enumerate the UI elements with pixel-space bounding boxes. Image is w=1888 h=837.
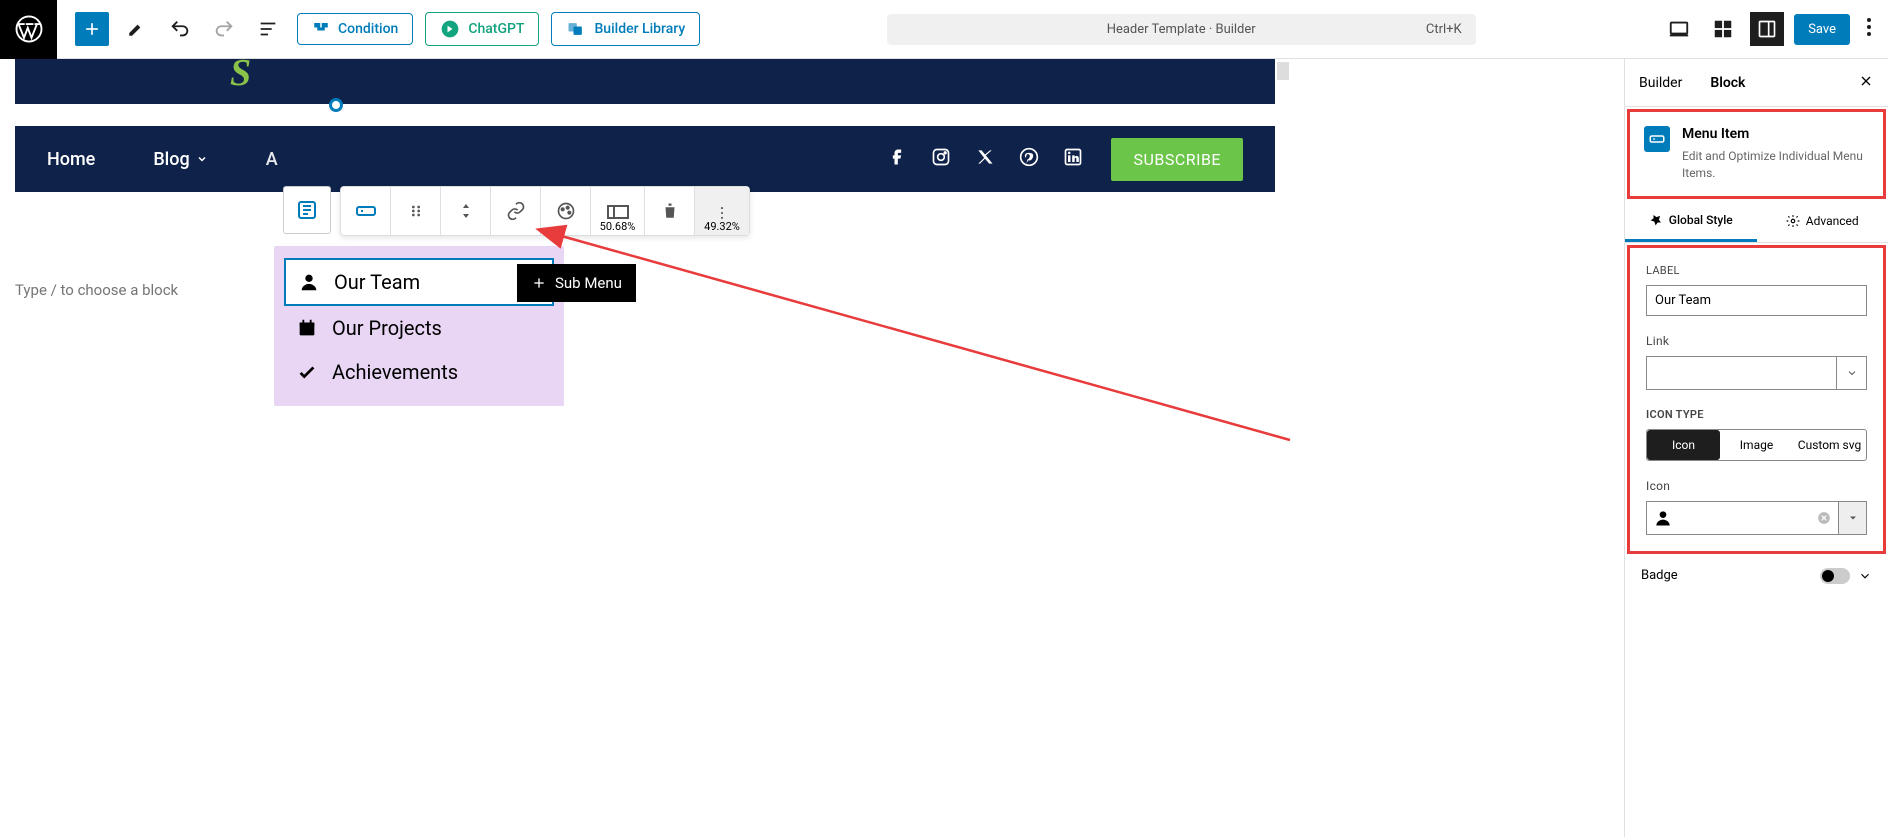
- block-info-desc: Edit and Optimize Individual Menu Items.: [1682, 148, 1869, 182]
- shortcut-hint: Ctrl+K: [1426, 22, 1462, 37]
- scrollbar-thumb[interactable]: [1277, 62, 1289, 80]
- pinterest-icon[interactable]: [1019, 147, 1039, 171]
- block-info-title: Menu Item: [1682, 126, 1869, 142]
- instagram-icon[interactable]: [931, 147, 951, 171]
- page-title: Header Template · Builder: [1107, 22, 1256, 37]
- delete-icon[interactable]: [645, 187, 695, 235]
- icon-dropdown-icon[interactable]: [1838, 502, 1866, 534]
- parent-block-icon[interactable]: [283, 186, 331, 234]
- icon-type-icon[interactable]: Icon: [1647, 430, 1720, 460]
- library-label: Builder Library: [594, 21, 685, 37]
- link-input[interactable]: [1646, 356, 1837, 390]
- icon-clear-icon[interactable]: [1810, 502, 1838, 534]
- header-top-bar: S: [15, 59, 1275, 104]
- link-icon[interactable]: [491, 187, 541, 235]
- pin-icon: [1649, 213, 1663, 227]
- condition-button[interactable]: Condition: [297, 13, 413, 45]
- block-info-box: Menu Item Edit and Optimize Individual M…: [1627, 109, 1886, 199]
- linkedin-icon[interactable]: [1063, 147, 1083, 171]
- subscribe-button[interactable]: SUBSCRIBE: [1111, 138, 1243, 181]
- nav-blog[interactable]: Blog: [153, 149, 207, 170]
- person-icon: [1653, 508, 1673, 528]
- add-submenu-button[interactable]: Sub Menu: [517, 264, 636, 302]
- resize-handle[interactable]: [329, 98, 343, 112]
- menu-item-block-icon: [1644, 126, 1670, 152]
- add-block-button[interactable]: [75, 12, 109, 46]
- tab-advanced[interactable]: Advanced: [1757, 201, 1888, 242]
- label-input[interactable]: [1646, 285, 1867, 316]
- x-twitter-icon[interactable]: [975, 147, 995, 171]
- submenu-item-our-projects[interactable]: Our Projects: [284, 306, 554, 350]
- width-1-icon[interactable]: 50.68%: [591, 187, 645, 235]
- settings-panel-toggle[interactable]: [1750, 12, 1784, 46]
- redo-icon[interactable]: [207, 12, 241, 46]
- icon-heading: Icon: [1646, 479, 1867, 493]
- settings-panel: LABEL Link ICON TYPE Icon Image Custom s…: [1627, 245, 1886, 554]
- nav-about[interactable]: A: [266, 149, 278, 170]
- submenu-item-achievements[interactable]: Achievements: [284, 350, 554, 394]
- icon-type-custom[interactable]: Custom svg: [1793, 430, 1866, 460]
- more-menu-icon[interactable]: [1860, 17, 1878, 41]
- move-up-down-icon[interactable]: [441, 187, 491, 235]
- layout-icon[interactable]: [1706, 12, 1740, 46]
- undo-icon[interactable]: [163, 12, 197, 46]
- tab-block[interactable]: Block: [1710, 61, 1745, 105]
- chatgpt-button[interactable]: ChatGPT: [425, 12, 539, 46]
- save-button[interactable]: Save: [1794, 14, 1850, 45]
- block-type-icon[interactable]: [341, 187, 391, 235]
- tab-builder[interactable]: Builder: [1639, 61, 1682, 105]
- list-view-icon[interactable]: [251, 12, 285, 46]
- person-icon: [298, 271, 320, 293]
- facebook-icon[interactable]: [887, 147, 907, 171]
- submenu-item-our-team[interactable]: Our Team: [284, 258, 554, 306]
- label-heading: LABEL: [1646, 264, 1867, 277]
- color-icon[interactable]: [541, 187, 591, 235]
- width-2-icon[interactable]: 49.32%: [695, 187, 749, 235]
- badge-toggle-row: Badge: [1625, 554, 1888, 598]
- badge-toggle[interactable]: [1820, 568, 1850, 584]
- chatgpt-label: ChatGPT: [468, 21, 524, 37]
- page-title-bar[interactable]: Header Template · Builder Ctrl+K: [887, 14, 1476, 45]
- logo-letter: S: [230, 51, 251, 95]
- block-placeholder[interactable]: Type / to choose a block: [15, 281, 178, 299]
- check-icon: [296, 361, 318, 383]
- condition-label: Condition: [338, 21, 398, 37]
- device-desktop-icon[interactable]: [1662, 12, 1696, 46]
- icon-type-image[interactable]: Image: [1720, 430, 1793, 460]
- tab-global-style[interactable]: Global Style: [1625, 201, 1757, 242]
- drag-handle-icon[interactable]: [391, 187, 441, 235]
- link-heading: Link: [1646, 334, 1867, 348]
- link-dropdown-icon[interactable]: [1837, 356, 1867, 390]
- calendar-icon: [296, 317, 318, 339]
- badge-label: Badge: [1641, 568, 1820, 583]
- chevron-down-icon[interactable]: [1858, 569, 1872, 583]
- gear-icon: [1786, 214, 1800, 228]
- nav-home[interactable]: Home: [47, 149, 95, 170]
- icon-type-heading: ICON TYPE: [1646, 408, 1867, 421]
- main-navbar: Home Blog A SUBSCRIBE: [15, 126, 1275, 192]
- edit-icon[interactable]: [119, 12, 153, 46]
- icon-picker[interactable]: [1647, 502, 1810, 534]
- builder-library-button[interactable]: Builder Library: [551, 12, 700, 46]
- wordpress-logo[interactable]: [0, 0, 57, 59]
- close-sidebar-icon[interactable]: [1858, 73, 1874, 93]
- plus-icon: [531, 275, 547, 291]
